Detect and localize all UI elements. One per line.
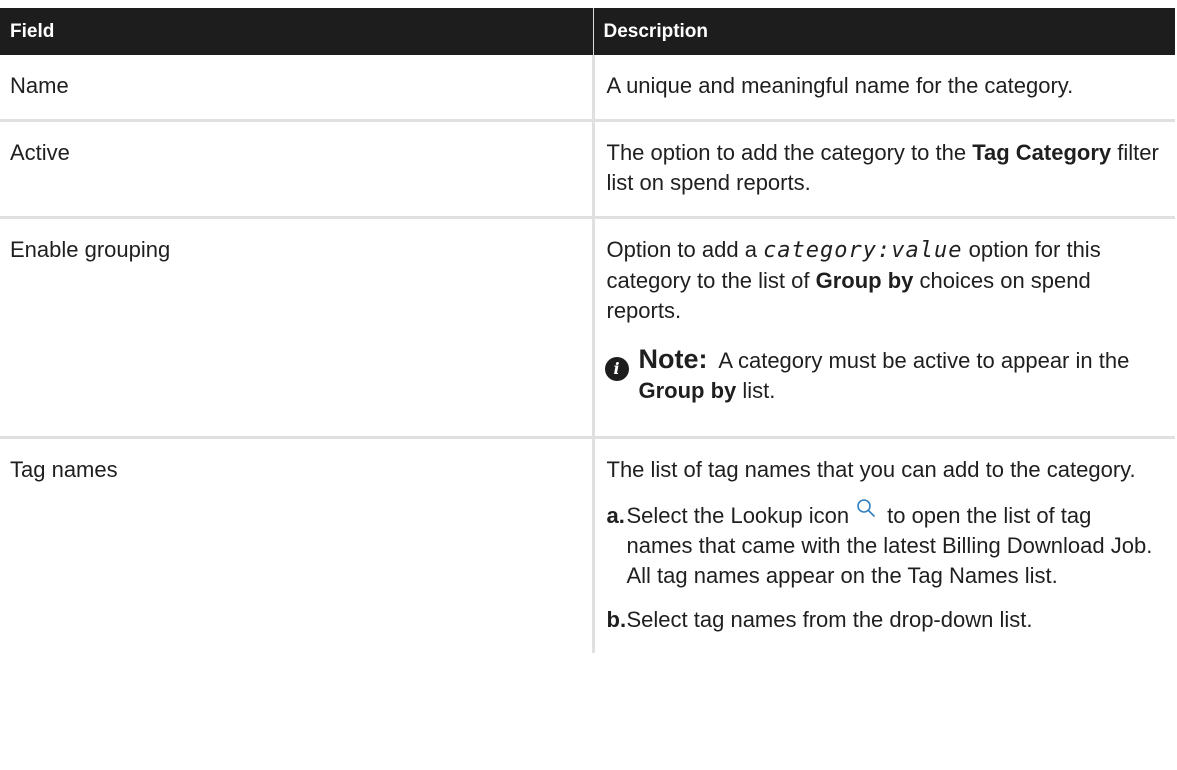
table-row: Tag names The list of tag names that you…	[0, 437, 1175, 654]
description-text: Option to add a category:value option fo…	[607, 235, 1164, 326]
steps-list: a. Select the Lookup icon to open the list…	[606, 499, 1164, 635]
description-bold-term: Group by	[815, 268, 914, 293]
step-item: a. Select the Lookup icon to open the list…	[606, 499, 1164, 591]
note-callout: i Note: A category must be active to app…	[604, 344, 1164, 426]
description-cell: A unique and meaningful name for the cat…	[593, 55, 1175, 122]
step-letter: a.	[606, 503, 625, 528]
field-column-header: Field	[0, 8, 593, 55]
description-text: A unique and meaningful name for the cat…	[606, 73, 1074, 98]
description-text: The list of tag names that you can add t…	[606, 457, 1136, 482]
note-body: Note: A category must be active to appea…	[639, 344, 1164, 406]
table-row: Active The option to add the category to…	[0, 120, 1175, 219]
fields-table: Field Description Name A unique and mean…	[0, 8, 1175, 653]
description-text-part: The option to add the category to the	[606, 140, 973, 165]
table-header: Field Description	[0, 8, 1175, 55]
description-cell: The option to add the category to the Ta…	[593, 120, 1175, 219]
field-name-cell: Name	[0, 55, 595, 122]
step-letter: b.	[606, 607, 627, 632]
step-text: Select the Lookup icon	[626, 503, 850, 528]
description-bold-term: Tag Category	[972, 140, 1112, 165]
description-cell: The list of tag names that you can add t…	[593, 438, 1175, 654]
step-item: b. Select tag names from the drop-down li…	[607, 605, 1164, 635]
description-text: The option to add the category to the Ta…	[607, 138, 1164, 198]
description-column-header: Description	[592, 8, 1175, 55]
table-row: Enable grouping Option to add a category…	[0, 217, 1175, 439]
search-icon	[857, 499, 875, 517]
note-label: Note:	[638, 344, 708, 374]
field-name-cell: Enable grouping	[0, 217, 595, 439]
note-bold-term: Group by	[638, 378, 737, 403]
code-term: category:value	[763, 238, 963, 263]
field-name-cell: Tag names	[0, 437, 595, 653]
description-cell: Option to add a category:value option fo…	[593, 217, 1175, 439]
field-name-cell: Active	[0, 120, 595, 219]
note-text: A category must be active to appear in t…	[713, 348, 1130, 373]
step-text: Select tag names from the drop-down list…	[626, 607, 1033, 632]
note-text: list.	[736, 378, 776, 403]
table-row: Name A unique and meaningful name for th…	[0, 55, 1175, 122]
info-icon: i	[604, 357, 629, 381]
description-text-part: Option to add a	[606, 237, 764, 262]
